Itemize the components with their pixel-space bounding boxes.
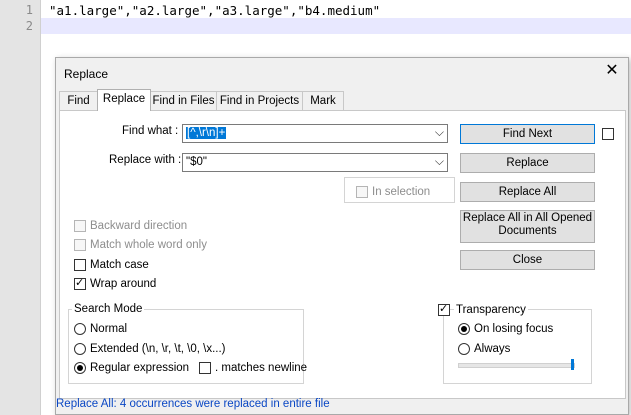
chevron-down-icon[interactable]: ⌵ bbox=[435, 154, 444, 169]
replace-tab-panel: Find what : [^,\r\n]+ ⌵ Replace with : "… bbox=[59, 110, 626, 399]
backward-direction-label: Backward direction bbox=[90, 220, 188, 232]
close-icon[interactable]: ✕ bbox=[604, 63, 620, 79]
replace-button[interactable]: Replace bbox=[460, 153, 595, 173]
replace-with-combobox[interactable]: "$0" ⌵ bbox=[182, 153, 448, 172]
on-losing-focus-label: On losing focus bbox=[474, 323, 554, 335]
in-selection-checkbox[interactable] bbox=[356, 186, 368, 198]
matches-newline-label: . matches newline bbox=[215, 362, 308, 374]
match-whole-word-label: Match whole word only bbox=[90, 239, 207, 251]
close-button[interactable]: Close bbox=[460, 250, 595, 270]
replace-all-opened-documents-button[interactable]: Replace All in All Opened Documents bbox=[460, 210, 595, 243]
transparency-label: Transparency bbox=[454, 304, 528, 316]
backward-direction-checkbox[interactable] bbox=[74, 220, 86, 232]
wrap-around-checkbox[interactable] bbox=[74, 276, 86, 290]
replace-with-label: Replace with : bbox=[109, 154, 182, 166]
on-losing-focus-radio[interactable] bbox=[458, 323, 470, 335]
always-radio[interactable] bbox=[458, 343, 470, 355]
search-mode-label: Search Mode bbox=[72, 303, 145, 315]
in-selection-label: In selection bbox=[372, 186, 431, 198]
line-number: 2 bbox=[25, 19, 33, 33]
find-next-option-checkbox[interactable] bbox=[602, 128, 614, 140]
editor-line-text: "a1.large","a2.large","a3.large","b4.med… bbox=[49, 3, 381, 18]
find-what-combobox[interactable]: [^,\r\n]+ ⌵ bbox=[182, 124, 448, 143]
dialog-title: Replace bbox=[64, 67, 109, 81]
tab-find-in-projects[interactable]: Find in Projects bbox=[216, 91, 303, 110]
chevron-down-icon[interactable]: ⌵ bbox=[435, 125, 444, 140]
line-number-gutter bbox=[0, 0, 41, 415]
normal-label: Normal bbox=[90, 323, 128, 335]
tab-replace[interactable]: Replace bbox=[97, 89, 151, 111]
tab-find[interactable]: Find bbox=[59, 91, 98, 110]
replace-with-value: "$0" bbox=[186, 156, 207, 168]
match-whole-word-checkbox[interactable] bbox=[74, 239, 86, 251]
match-case-label: Match case bbox=[90, 259, 149, 271]
extended-radio[interactable] bbox=[74, 343, 86, 355]
transparency-checkbox[interactable] bbox=[438, 302, 450, 316]
tab-mark[interactable]: Mark bbox=[302, 91, 344, 110]
status-message: Replace All: 4 occurrences were replaced… bbox=[56, 398, 330, 410]
find-what-value: [^,\r\n]+ bbox=[186, 127, 227, 139]
find-next-button[interactable]: Find Next bbox=[460, 124, 595, 144]
matches-newline-checkbox[interactable] bbox=[199, 362, 211, 374]
match-case-checkbox[interactable] bbox=[74, 259, 86, 271]
replace-dialog: Replace ✕ Find Replace Find in Files Fin… bbox=[55, 57, 629, 415]
wrap-around-label: Wrap around bbox=[90, 278, 157, 290]
transparency-slider[interactable] bbox=[458, 359, 575, 370]
line-number: 1 bbox=[25, 3, 33, 17]
tab-find-in-files[interactable]: Find in Files bbox=[150, 91, 217, 110]
regular-expression-radio[interactable] bbox=[74, 362, 86, 374]
find-what-label: Find what : bbox=[122, 125, 179, 137]
replace-all-button[interactable]: Replace All bbox=[460, 182, 595, 202]
transparency-slider-thumb[interactable] bbox=[571, 359, 574, 370]
always-label: Always bbox=[474, 343, 511, 355]
normal-radio[interactable] bbox=[74, 323, 86, 335]
extended-label: Extended (\n, \r, \t, \0, \x...) bbox=[90, 343, 226, 355]
regular-expression-label: Regular expression bbox=[90, 362, 190, 374]
editor-line-2-current[interactable] bbox=[41, 18, 631, 34]
